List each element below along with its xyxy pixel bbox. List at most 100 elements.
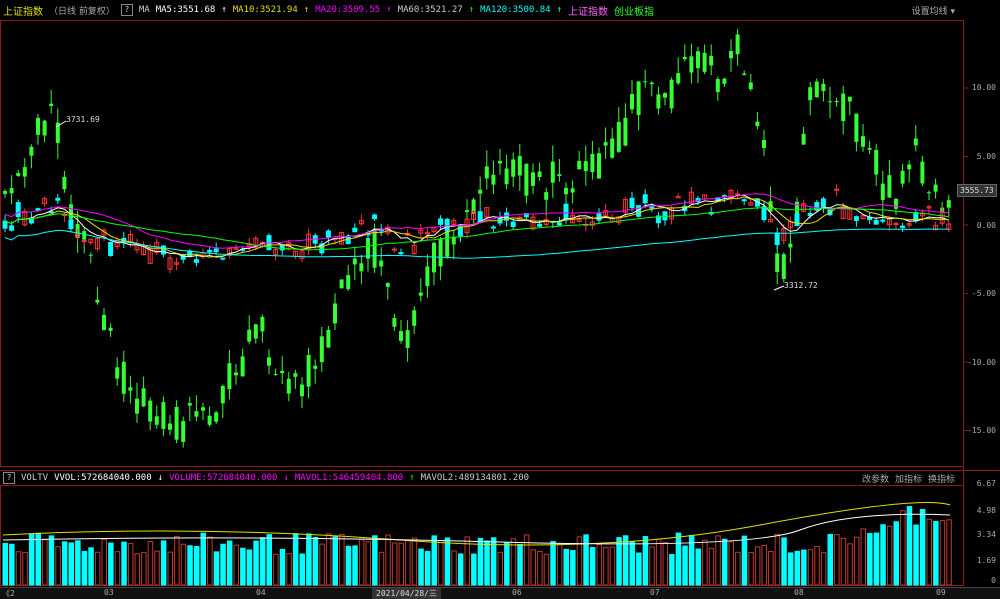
volume-bar bbox=[88, 547, 94, 586]
candle-body bbox=[247, 329, 252, 342]
volume-bar bbox=[398, 542, 404, 586]
candle-body bbox=[662, 211, 668, 221]
volume-bar bbox=[787, 552, 794, 586]
volume-bar bbox=[134, 553, 140, 586]
help-icon[interactable]: ? bbox=[120, 4, 133, 16]
volume-bar bbox=[946, 519, 952, 586]
volume-bar bbox=[484, 540, 490, 586]
candle-body bbox=[663, 93, 667, 98]
scroll-left-button[interactable]: 《2 bbox=[2, 588, 15, 599]
volume-bar bbox=[589, 547, 596, 586]
candle-body bbox=[260, 316, 265, 332]
volume-bar bbox=[94, 551, 101, 586]
candle-body bbox=[900, 225, 906, 228]
edit-params-button[interactable]: 改参数 bbox=[862, 472, 889, 485]
volume-bar bbox=[537, 550, 543, 586]
volume-bar bbox=[933, 520, 939, 586]
volume-bar bbox=[649, 546, 655, 586]
candle-body bbox=[729, 51, 733, 59]
volume-bar bbox=[306, 533, 312, 586]
candle-body bbox=[102, 314, 106, 331]
volume-bar bbox=[2, 542, 8, 586]
candle-body bbox=[201, 407, 205, 411]
candle-body bbox=[392, 318, 397, 327]
candle-body bbox=[3, 190, 7, 194]
candle-body bbox=[583, 161, 588, 172]
volume-bar bbox=[867, 533, 873, 586]
candle-body bbox=[570, 188, 575, 193]
mavol2-value: MAVOL2:489134801.200 bbox=[420, 473, 530, 483]
volume-bar bbox=[735, 551, 741, 586]
y-tick: -15.00 bbox=[967, 426, 996, 435]
candle-body bbox=[577, 160, 582, 170]
volume-bar bbox=[200, 532, 206, 586]
volume-bar bbox=[273, 553, 279, 586]
candle-body bbox=[213, 248, 219, 253]
candle-body bbox=[774, 232, 780, 245]
high-annotation: 3731.69 bbox=[66, 115, 100, 124]
candle-body bbox=[267, 357, 271, 366]
ma-settings-button[interactable]: 设置均线 ▾ bbox=[912, 4, 955, 17]
candle-body bbox=[643, 81, 648, 83]
candle-body bbox=[477, 211, 483, 223]
overlay-index[interactable]: 上证指数 bbox=[568, 3, 608, 18]
candle-body bbox=[556, 222, 562, 226]
volume-bar bbox=[372, 535, 378, 586]
volume-bar bbox=[596, 543, 602, 586]
volume-bar bbox=[748, 552, 754, 586]
candle-body bbox=[108, 241, 114, 257]
candle-body bbox=[649, 206, 655, 209]
volume-bar bbox=[794, 550, 800, 586]
candle-body bbox=[174, 406, 179, 440]
volume-bar bbox=[583, 534, 589, 586]
candle-body bbox=[820, 198, 826, 209]
volume-bar bbox=[22, 551, 28, 586]
candle-body bbox=[391, 248, 397, 251]
add-indicator-button[interactable]: 加指标 bbox=[895, 472, 922, 485]
up-arrow-icon: ↑ bbox=[409, 473, 415, 483]
ma-label: MA bbox=[138, 5, 150, 15]
volume-bar bbox=[471, 553, 477, 586]
volume-bar bbox=[702, 539, 708, 586]
volume-bar bbox=[438, 539, 444, 586]
candle-body bbox=[755, 121, 760, 127]
up-arrow-icon: ↑ bbox=[221, 5, 227, 15]
volume-bar bbox=[193, 545, 200, 586]
candle-body bbox=[649, 82, 654, 85]
candle-body bbox=[253, 324, 258, 339]
volume-bar bbox=[853, 536, 860, 586]
candle-body bbox=[15, 202, 21, 218]
candle-body bbox=[722, 78, 727, 84]
volume-bar bbox=[860, 528, 866, 586]
candle-body bbox=[385, 282, 390, 287]
candle-body bbox=[148, 400, 153, 422]
candle-body bbox=[214, 412, 219, 422]
candle-body bbox=[273, 373, 278, 375]
candle-body bbox=[372, 228, 377, 268]
price-chart[interactable] bbox=[0, 0, 1000, 598]
candle-body bbox=[306, 354, 311, 387]
volume-bar bbox=[226, 540, 233, 586]
candle-body bbox=[907, 164, 912, 170]
candle-body bbox=[425, 266, 430, 287]
index-name[interactable]: 上证指数 bbox=[3, 3, 43, 18]
vvol-value: VVOL:572684040.000 bbox=[54, 473, 152, 483]
candle-body bbox=[16, 172, 21, 176]
candle-body bbox=[933, 184, 938, 192]
help-icon[interactable]: ? bbox=[3, 472, 15, 484]
volume-bar bbox=[926, 518, 932, 586]
volume-bar bbox=[669, 554, 675, 586]
down-arrow-icon: ↓ bbox=[283, 473, 289, 483]
time-axis[interactable]: 《2 03 04 2021/04/28/三 06 07 08 09 bbox=[0, 587, 1000, 599]
switch-indicator-button[interactable]: 换指标 bbox=[928, 472, 955, 485]
candle-body bbox=[544, 192, 549, 200]
candle-body bbox=[590, 153, 595, 173]
candle-body bbox=[788, 243, 793, 248]
volume-bar bbox=[814, 546, 820, 586]
volume-label: VOLTV bbox=[21, 473, 49, 483]
candle-body bbox=[689, 56, 694, 73]
volume-bar bbox=[530, 549, 536, 586]
volume-bar bbox=[715, 535, 721, 586]
startup-index[interactable]: 创业板指 bbox=[614, 3, 654, 18]
candle-body bbox=[510, 221, 516, 228]
